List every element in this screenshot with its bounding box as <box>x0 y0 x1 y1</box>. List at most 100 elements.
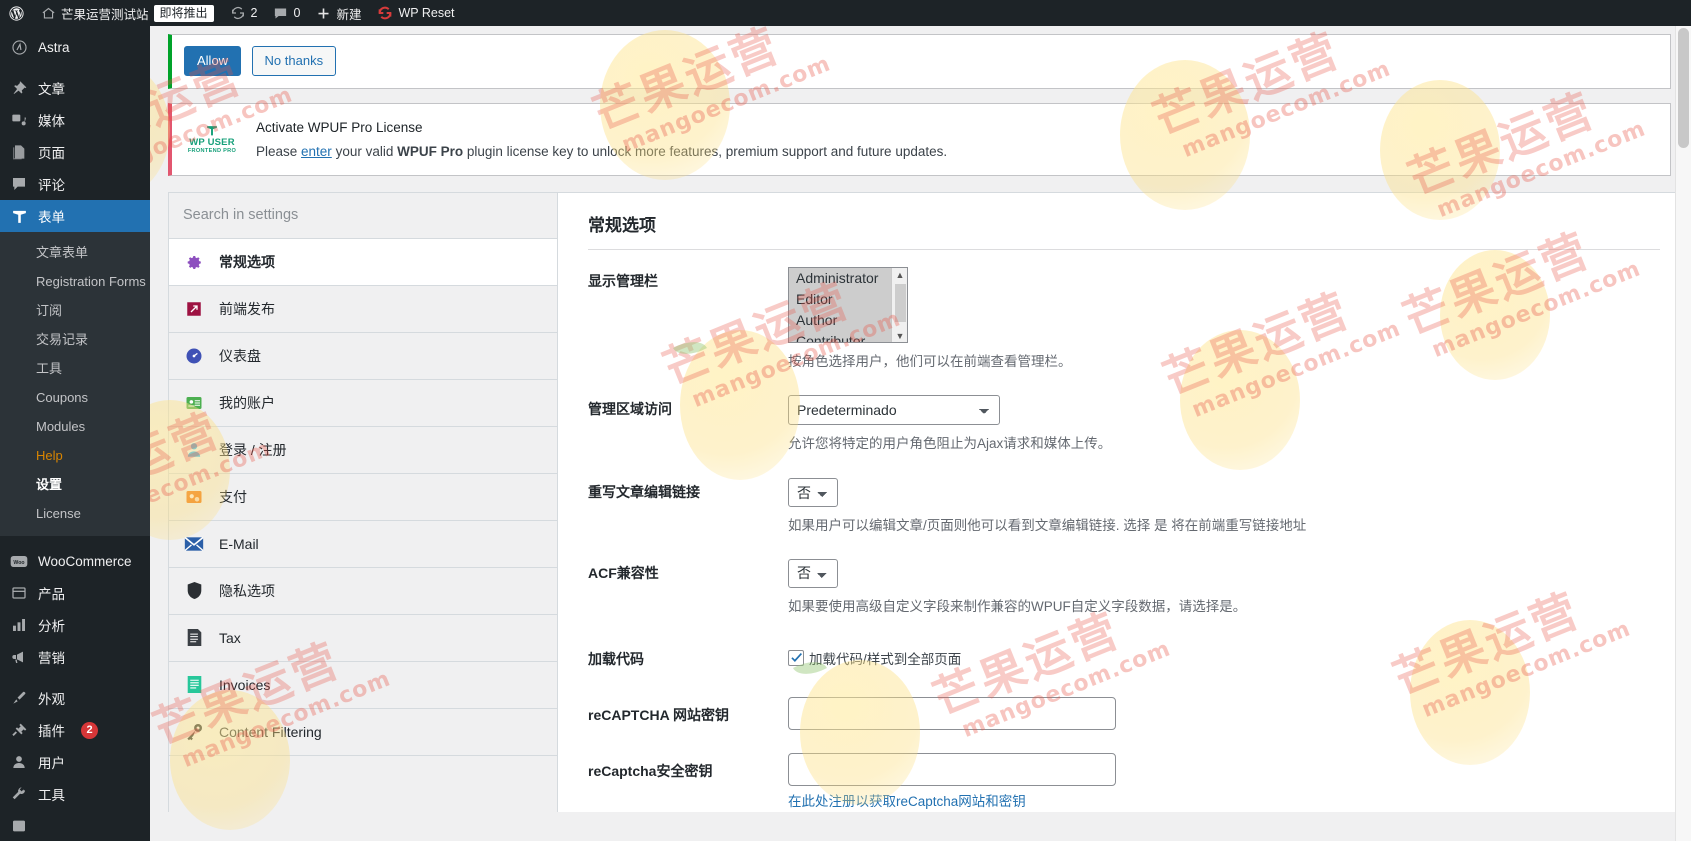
settings-nav-item-my-account[interactable]: 我的账户 <box>169 379 557 427</box>
admin-area-access-select[interactable]: Predeterminado <box>788 395 1000 426</box>
menu-item-marketing[interactable]: 营销 <box>0 641 150 673</box>
menu-label: WooCommerce <box>38 553 132 569</box>
recaptcha-site-key-input[interactable] <box>788 696 1116 730</box>
menu-label: 营销 <box>38 651 65 666</box>
settings-nav-label: E-Mail <box>219 535 259 552</box>
menu-item-woocommerce[interactable]: Woo WooCommerce <box>0 545 150 577</box>
updates-icon <box>230 5 246 21</box>
submenu-item-registration-forms[interactable]: Registration Forms <box>0 267 150 296</box>
search-in-settings[interactable]: Search in settings <box>169 192 557 239</box>
settings-nav-item-dashboard[interactable]: 仪表盘 <box>169 332 557 380</box>
admin-bar-site[interactable]: 芒果运营测试站 即将推出 <box>33 0 222 26</box>
recaptcha-register-link[interactable]: 在此处注册以获取reCaptcha网站和密钥 <box>788 792 1660 812</box>
woo-icon: Woo <box>9 551 29 571</box>
admin-bar-comments[interactable]: 0 <box>265 0 308 26</box>
settings-nav-item-tax[interactable]: Tax <box>169 614 557 662</box>
product-icon <box>9 583 29 603</box>
submenu-item-settings[interactable]: 设置 <box>0 470 150 499</box>
field-row-load-script: 加载代码 加载代码/样式到全部页面 <box>588 617 1660 669</box>
menu-item-products[interactable]: 产品 <box>0 577 150 609</box>
menu-item-appearance[interactable]: 外观 <box>0 682 150 714</box>
wpuf-license-notice: WP USER FRONTEND PRO Activate WPUF Pro L… <box>168 102 1671 176</box>
license-notice-title: Activate WPUF Pro License <box>256 119 423 135</box>
field-label: reCaptcha安全密钥 <box>588 762 713 779</box>
settings-nav-item-login-register[interactable]: 登录 / 注册 <box>169 426 557 474</box>
svg-text:Woo: Woo <box>13 559 24 565</box>
submenu-item-post-forms[interactable]: 文章表单 <box>0 238 150 267</box>
settings-nav-label: Invoices <box>219 676 271 693</box>
shield-icon <box>183 580 205 602</box>
settings-nav-item-general[interactable]: 常规选项 <box>169 238 557 286</box>
roles-multiselect[interactable]: Administrator Editor Author Contributor … <box>788 266 908 343</box>
settings-nav-item-privacy[interactable]: 隐私选项 <box>169 567 557 615</box>
rewrite-edit-link-select[interactable]: 否 <box>788 478 838 508</box>
admin-bar-wp-logo[interactable] <box>0 0 33 26</box>
field-description: 按角色选择用户，他们可以在前端查看管理栏。 <box>788 353 1072 369</box>
pin-icon <box>9 78 29 98</box>
submenu-item-modules[interactable]: Modules <box>0 412 150 441</box>
user-icon <box>9 752 29 772</box>
field-description: 如果要使用高级自定义字段来制作兼容的WPUF自定义字段数据，请选择是。 <box>788 598 1247 614</box>
plus-icon <box>316 6 331 21</box>
admin-bar-wp-reset[interactable]: WP Reset <box>369 0 462 26</box>
option-administrator[interactable]: Administrator <box>789 267 907 289</box>
option-author[interactable]: Author <box>789 309 907 331</box>
submenu-item-subscriptions[interactable]: 订阅 <box>0 296 150 325</box>
scroll-up-icon[interactable]: ▲ <box>892 268 907 283</box>
menu-label: 外观 <box>38 692 65 707</box>
settings-nav-label: 我的账户 <box>219 394 275 411</box>
menu-item-pages[interactable]: 页面 <box>0 136 150 168</box>
menu-item-plugins[interactable]: 插件 2 <box>0 714 150 746</box>
coming-soon-badge[interactable]: 即将推出 <box>153 4 214 22</box>
menu-label: 媒体 <box>38 114 65 129</box>
settings-nav: Search in settings 常规选项 前端发布 仪表盘 我的账户 登录… <box>168 191 558 813</box>
submenu-item-help[interactable]: Help <box>0 441 150 470</box>
admin-bar-new[interactable]: 新建 <box>308 0 369 26</box>
page-icon <box>9 142 29 162</box>
page-scrollbar[interactable] <box>1675 26 1691 841</box>
account-card-icon <box>183 392 205 414</box>
settings-nav-label: 仪表盘 <box>219 347 261 364</box>
settings-nav-item-email[interactable]: E-Mail <box>169 520 557 568</box>
forms-submenu: 文章表单 Registration Forms 订阅 交易记录 工具 Coupo… <box>0 232 150 536</box>
settings-nav-item-payment[interactable]: 支付 <box>169 473 557 521</box>
gear-icon <box>183 251 205 273</box>
plug-icon <box>9 720 29 740</box>
media-icon <box>9 110 29 130</box>
admin-bar-updates[interactable]: 2 <box>222 0 266 26</box>
menu-item-comments[interactable]: 评论 <box>0 168 150 200</box>
settings-nav-item-content-filtering[interactable]: Content Filtering <box>169 708 557 756</box>
menu-item-forms[interactable]: 表单 <box>0 200 150 232</box>
menu-item-astra[interactable]: Astra <box>0 31 150 63</box>
field-row-recaptcha-site-key: reCAPTCHA 网站密钥 <box>588 669 1660 730</box>
menu-item-media[interactable]: 媒体 <box>0 104 150 136</box>
menu-item-users[interactable]: 用户 <box>0 746 150 778</box>
field-label: 显示管理栏 <box>588 272 658 289</box>
submenu-item-license[interactable]: License <box>0 499 150 528</box>
scrollbar-thumb[interactable] <box>1678 28 1689 148</box>
field-label: ACF兼容性 <box>588 564 659 581</box>
submenu-item-transactions[interactable]: 交易记录 <box>0 325 150 354</box>
license-desc-part3: plugin license key to unlock more featur… <box>463 143 948 159</box>
settings-nav-item-invoices[interactable]: Invoices <box>169 661 557 709</box>
load-script-checkbox[interactable] <box>788 649 804 666</box>
submenu-item-tools[interactable]: 工具 <box>0 354 150 383</box>
menu-item-settings-partial[interactable] <box>0 810 150 841</box>
listbox-scrollbar[interactable]: ▲ ▼ <box>891 267 907 342</box>
recaptcha-secret-key-input[interactable] <box>788 752 1116 786</box>
settings-nav-item-frontend-posting[interactable]: 前端发布 <box>169 285 557 333</box>
acf-compat-select[interactable]: 否 <box>788 558 838 588</box>
license-enter-link[interactable]: enter <box>301 144 332 159</box>
menu-item-tools[interactable]: 工具 <box>0 778 150 810</box>
admin-bar: 芒果运营测试站 即将推出 2 0 新建 WP Reset <box>0 0 1691 26</box>
no-thanks-button[interactable]: No thanks <box>251 46 337 76</box>
allow-button[interactable]: Allow <box>184 46 242 76</box>
menu-item-analytics[interactable]: 分析 <box>0 609 150 641</box>
wpuf-logo-top: WP USER <box>189 136 235 148</box>
option-contributor[interactable]: Contributor <box>789 330 907 342</box>
scroll-down-icon[interactable]: ▼ <box>892 329 907 342</box>
option-editor[interactable]: Editor <box>789 288 907 310</box>
scrollbar-thumb[interactable] <box>895 283 906 322</box>
menu-item-posts[interactable]: 文章 <box>0 72 150 104</box>
submenu-item-coupons[interactable]: Coupons <box>0 383 150 412</box>
